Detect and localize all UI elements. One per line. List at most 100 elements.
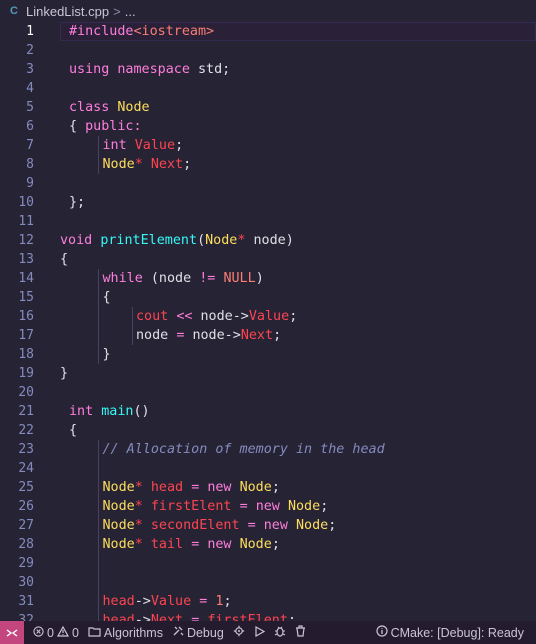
line-number: 26 — [18, 499, 34, 514]
code-token: ; — [328, 518, 337, 533]
code-token: ) — [255, 271, 264, 286]
code-token: class — [69, 100, 118, 115]
indent-guide — [98, 288, 99, 307]
line-number: 12 — [18, 233, 34, 248]
code-line[interactable]: 26 Node* firstElent = new Node; — [0, 497, 536, 516]
problems-indicator[interactable]: 0 0 — [33, 625, 79, 640]
code-line[interactable]: 8 Node* Next; — [0, 155, 536, 174]
code-line[interactable]: 5 class Node — [0, 98, 536, 117]
code-token: int — [102, 138, 135, 153]
code-token: ; — [320, 499, 329, 514]
code-token: node-> — [200, 309, 249, 324]
code-token: = — [191, 613, 208, 621]
code-token: <iostream> — [133, 24, 215, 39]
code-line[interactable]: 13 { — [0, 250, 536, 269]
code-token: * — [134, 518, 151, 533]
indent-guide — [98, 326, 99, 345]
code-line[interactable]: 32 head->Next = firstElent; — [0, 611, 536, 621]
code-token: new — [263, 518, 296, 533]
code-token: printElement — [100, 233, 198, 248]
code-text: } — [60, 364, 68, 383]
code-line[interactable]: 25 Node* head = new Node; — [0, 478, 536, 497]
code-line[interactable]: 12 void printElement(Node* node) — [0, 231, 536, 250]
breadcrumb-more[interactable]: ... — [125, 4, 136, 19]
warning-icon — [56, 625, 69, 640]
code-line[interactable]: 6 { public: — [0, 117, 536, 136]
play-icon — [254, 625, 266, 640]
algorithms-item[interactable]: Algorithms — [88, 626, 163, 640]
code-line[interactable]: 7 int Value; — [0, 136, 536, 155]
indent-guide — [98, 440, 99, 459]
code-line[interactable]: 24 — [0, 459, 536, 478]
code-token: new — [207, 480, 240, 495]
code-line[interactable]: 9 — [0, 174, 536, 193]
line-number: 29 — [18, 556, 34, 571]
code-line[interactable]: 23 // Allocation of memory in the head — [0, 440, 536, 459]
code-token: Node — [102, 157, 135, 172]
code-token: ; — [223, 594, 232, 609]
tools-icon — [172, 625, 184, 640]
indent-guide — [98, 459, 99, 478]
code-line[interactable]: 14 while (node != NULL) — [0, 269, 536, 288]
line-number: 18 — [18, 347, 34, 362]
folder-icon — [88, 626, 101, 640]
code-line[interactable]: 16 cout << node->Value; — [0, 307, 536, 326]
debug-button[interactable] — [274, 625, 286, 640]
line-number: 16 — [18, 309, 34, 324]
code-line[interactable]: 21 int main() — [0, 402, 536, 421]
code-token: Node — [102, 537, 135, 552]
code-text: { public: — [69, 117, 142, 136]
line-number: 25 — [18, 480, 34, 495]
code-token: firstElent — [207, 613, 288, 621]
line-number: 5 — [26, 100, 34, 115]
code-token: { — [60, 252, 69, 267]
code-line[interactable]: 29 — [0, 554, 536, 573]
code-line[interactable]: 3 using namespace std; — [0, 60, 536, 79]
cmake-status[interactable]: CMake: [Debug]: Ready — [375, 625, 524, 640]
code-text: { — [103, 288, 111, 307]
debug-label: Debug — [186, 625, 224, 640]
code-line[interactable]: 19} — [0, 364, 536, 383]
code-token: namespace — [117, 62, 198, 77]
code-line[interactable]: 10}; — [0, 193, 536, 212]
code-token: cout — [136, 309, 177, 324]
debug-config-item[interactable]: Debug — [172, 625, 224, 640]
code-token: #include — [69, 24, 134, 39]
code-token: new — [255, 499, 288, 514]
code-token: while — [102, 271, 151, 286]
breadcrumb-file[interactable]: LinkedList.cpp — [26, 4, 109, 19]
code-token: node) — [253, 233, 294, 248]
code-line[interactable]: 11 — [0, 212, 536, 231]
indent-guide — [131, 307, 133, 326]
code-text: cout << node->Value; — [136, 307, 297, 326]
code-line[interactable]: 17 node = node->Next; — [0, 326, 536, 345]
code-line[interactable]: 1 #include<iostream> — [0, 22, 536, 41]
code-token: Value — [134, 138, 176, 153]
code-line[interactable]: 15 { — [0, 288, 536, 307]
code-line[interactable]: 27 Node* secondElent = new Node; — [0, 516, 536, 535]
code-text: { — [69, 421, 77, 440]
code-line[interactable]: 22 { — [0, 421, 536, 440]
remote-icon[interactable] — [0, 621, 24, 644]
code-line[interactable]: 20 — [0, 383, 536, 402]
line-number: 24 — [18, 461, 34, 476]
indent-guide — [98, 345, 99, 364]
build-button[interactable] — [233, 625, 245, 640]
code-line[interactable]: 4 — [0, 79, 536, 98]
line-number: 22 — [18, 423, 34, 438]
code-line[interactable]: 2 — [0, 41, 536, 60]
code-token: { — [69, 423, 78, 438]
code-line[interactable]: 28 Node* tail = new Node; — [0, 535, 536, 554]
run-button[interactable] — [254, 625, 266, 640]
code-token: using — [69, 62, 118, 77]
code-token: new — [207, 537, 240, 552]
code-editor[interactable]: 1 #include<iostream> 2 3 using namespace std… — [0, 22, 536, 621]
code-token: * — [134, 480, 151, 495]
code-token: tail — [150, 537, 192, 552]
code-token: Node — [117, 100, 150, 115]
code-line[interactable]: 18} — [0, 345, 536, 364]
code-token: NULL — [223, 271, 256, 286]
code-line[interactable]: 30 — [0, 573, 536, 592]
clean-button[interactable] — [295, 625, 306, 640]
code-line[interactable]: 31 head->Value = 1; — [0, 592, 536, 611]
